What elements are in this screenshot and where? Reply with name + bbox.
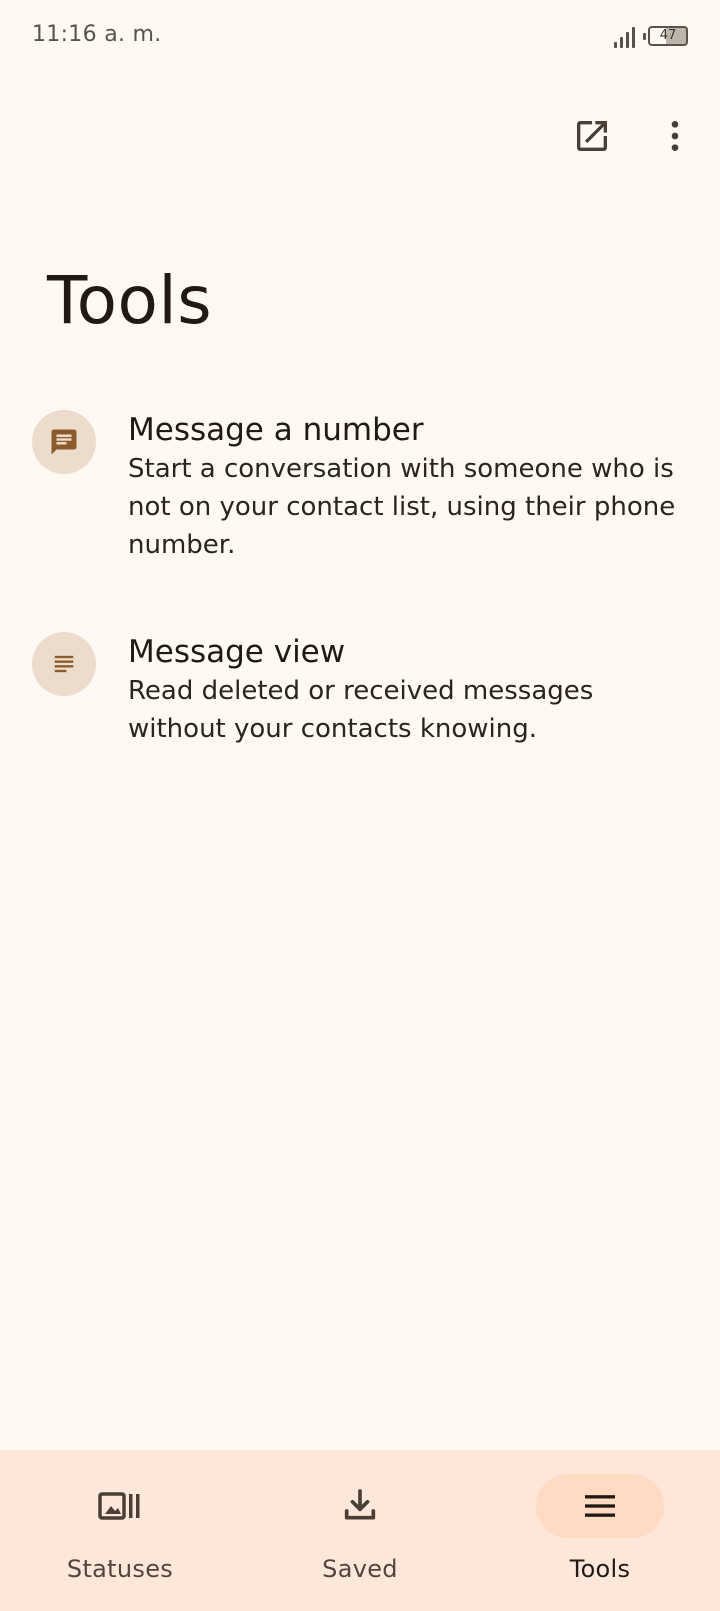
tool-text: Message a number Start a conversation wi… xyxy=(128,410,680,564)
download-icon xyxy=(344,1489,376,1520)
nav-label: Tools xyxy=(569,1555,631,1583)
menu-icon xyxy=(585,1495,615,1517)
tool-item-message-a-number[interactable]: Message a number Start a conversation wi… xyxy=(0,410,720,570)
page-title: Tools xyxy=(47,262,213,339)
open-in-new-button[interactable] xyxy=(566,110,618,162)
bottom-navigation: Statuses Saved Tools xyxy=(0,1450,720,1611)
chat-icon xyxy=(51,429,77,455)
tool-description: Start a conversation with someone who is… xyxy=(128,454,676,560)
battery-level: 47 xyxy=(659,28,677,43)
tool-text: Message view Read deleted or received me… xyxy=(128,632,680,748)
nav-item-saved[interactable]: Saved xyxy=(240,1450,480,1611)
nav-pill xyxy=(56,1474,184,1538)
battery-icon: 47 xyxy=(648,26,688,46)
tool-icon-circle xyxy=(32,410,96,474)
status-time: 11:16 a. m. xyxy=(32,22,162,47)
nav-pill-active xyxy=(536,1474,664,1538)
nav-label: Saved xyxy=(322,1555,398,1583)
nav-item-tools[interactable]: Tools xyxy=(480,1450,720,1611)
tool-item-message-view[interactable]: Message view Read deleted or received me… xyxy=(0,632,720,752)
tool-description: Read deleted or received messages withou… xyxy=(128,676,594,744)
statuses-icon xyxy=(98,1492,140,1520)
battery-tip xyxy=(643,33,646,40)
signal-icon xyxy=(614,26,638,48)
tool-title: Message a number xyxy=(128,412,424,448)
more-vert-icon xyxy=(671,121,679,151)
open-in-new-icon xyxy=(577,121,607,151)
nav-label: Statuses xyxy=(66,1555,174,1583)
nav-item-statuses[interactable]: Statuses xyxy=(0,1450,240,1611)
tool-icon-circle xyxy=(32,632,96,696)
nav-pill xyxy=(296,1474,424,1538)
tool-title: Message view xyxy=(128,634,346,670)
more-options-button[interactable] xyxy=(649,110,701,162)
status-icons: 47 xyxy=(608,22,688,50)
notes-icon xyxy=(54,655,74,673)
status-bar: 11:16 a. m. 47 xyxy=(0,0,720,72)
